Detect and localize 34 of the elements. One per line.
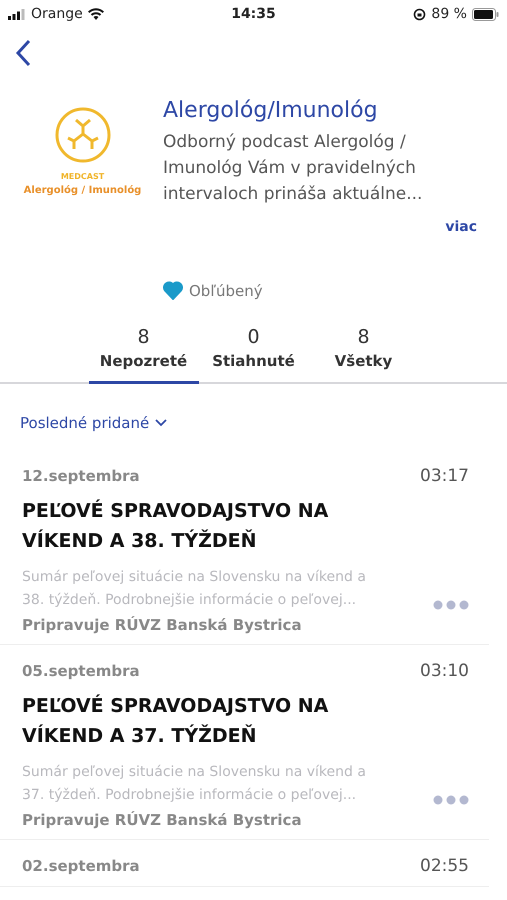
podcast-description: Odborný podcast Alergológ / Imunológ Vám v pravidelných intervaloch prináša aktuálne... (163, 131, 424, 206)
signal-icon (8, 8, 26, 20)
wifi-icon (88, 8, 104, 20)
episode-date: 02.septembra (22, 857, 140, 875)
episode-duration: 02:55 (420, 856, 469, 876)
sort-dropdown[interactable]: Posledné pridané (20, 414, 168, 432)
carrier-name: Orange (31, 6, 83, 22)
favorite-label: Obľúbený (189, 282, 263, 300)
episode-author: Pripravuje RÚVZ Banská Bystrica (22, 616, 303, 634)
episode-date: 12.septembra (22, 467, 140, 485)
podcast-title: Alergológ/Imunológ (163, 98, 379, 123)
chevron-down-icon (155, 419, 168, 427)
episode-date: 05.septembra (22, 662, 140, 680)
tab[interactable]: 8 Nepozreté (88, 324, 198, 384)
heart-icon[interactable] (163, 281, 183, 300)
more-options-icon[interactable] (433, 600, 469, 612)
episode-author: Pripravuje RÚVZ Banská Bystrica (22, 811, 303, 829)
episode-duration: 03:17 (420, 466, 469, 486)
episode-title[interactable]: PEĽOVÉ SPRAVODAJSTVO NA VÍKEND A 38. TÝŽDEŇ (22, 496, 352, 556)
battery-percent: 89 % (431, 6, 467, 22)
episode-title[interactable]: PEĽOVÉ SPRAVODAJSTVO NA VÍKEND A 37. TÝŽDEŇ (22, 691, 352, 751)
tab[interactable]: 8 Všetky (308, 324, 418, 384)
battery-icon (472, 8, 499, 20)
logo-caption: Alergológ / Imunológ (24, 185, 142, 196)
rotation-lock-icon (413, 8, 426, 20)
episode-summary: Sumár peľovej situácie na Slovensku na víkend a 38. týždeň. Podrobnejšie informácie o peľovej... (22, 568, 367, 610)
tab[interactable]: 0 Stiahnuté (198, 324, 308, 384)
clock-time: 14:35 (231, 6, 276, 22)
more-options-icon[interactable] (433, 795, 469, 807)
episode-summary: Sumár peľovej situácie na Slovensku na víkend a 37. týždeň. Podrobnejšie informácie o peľovej... (22, 763, 367, 805)
logo-brand: MEDCAST (60, 172, 104, 181)
more-link[interactable]: viac (163, 219, 491, 235)
antibody-logo-icon (54, 106, 112, 164)
episode-duration: 03:10 (420, 661, 469, 681)
